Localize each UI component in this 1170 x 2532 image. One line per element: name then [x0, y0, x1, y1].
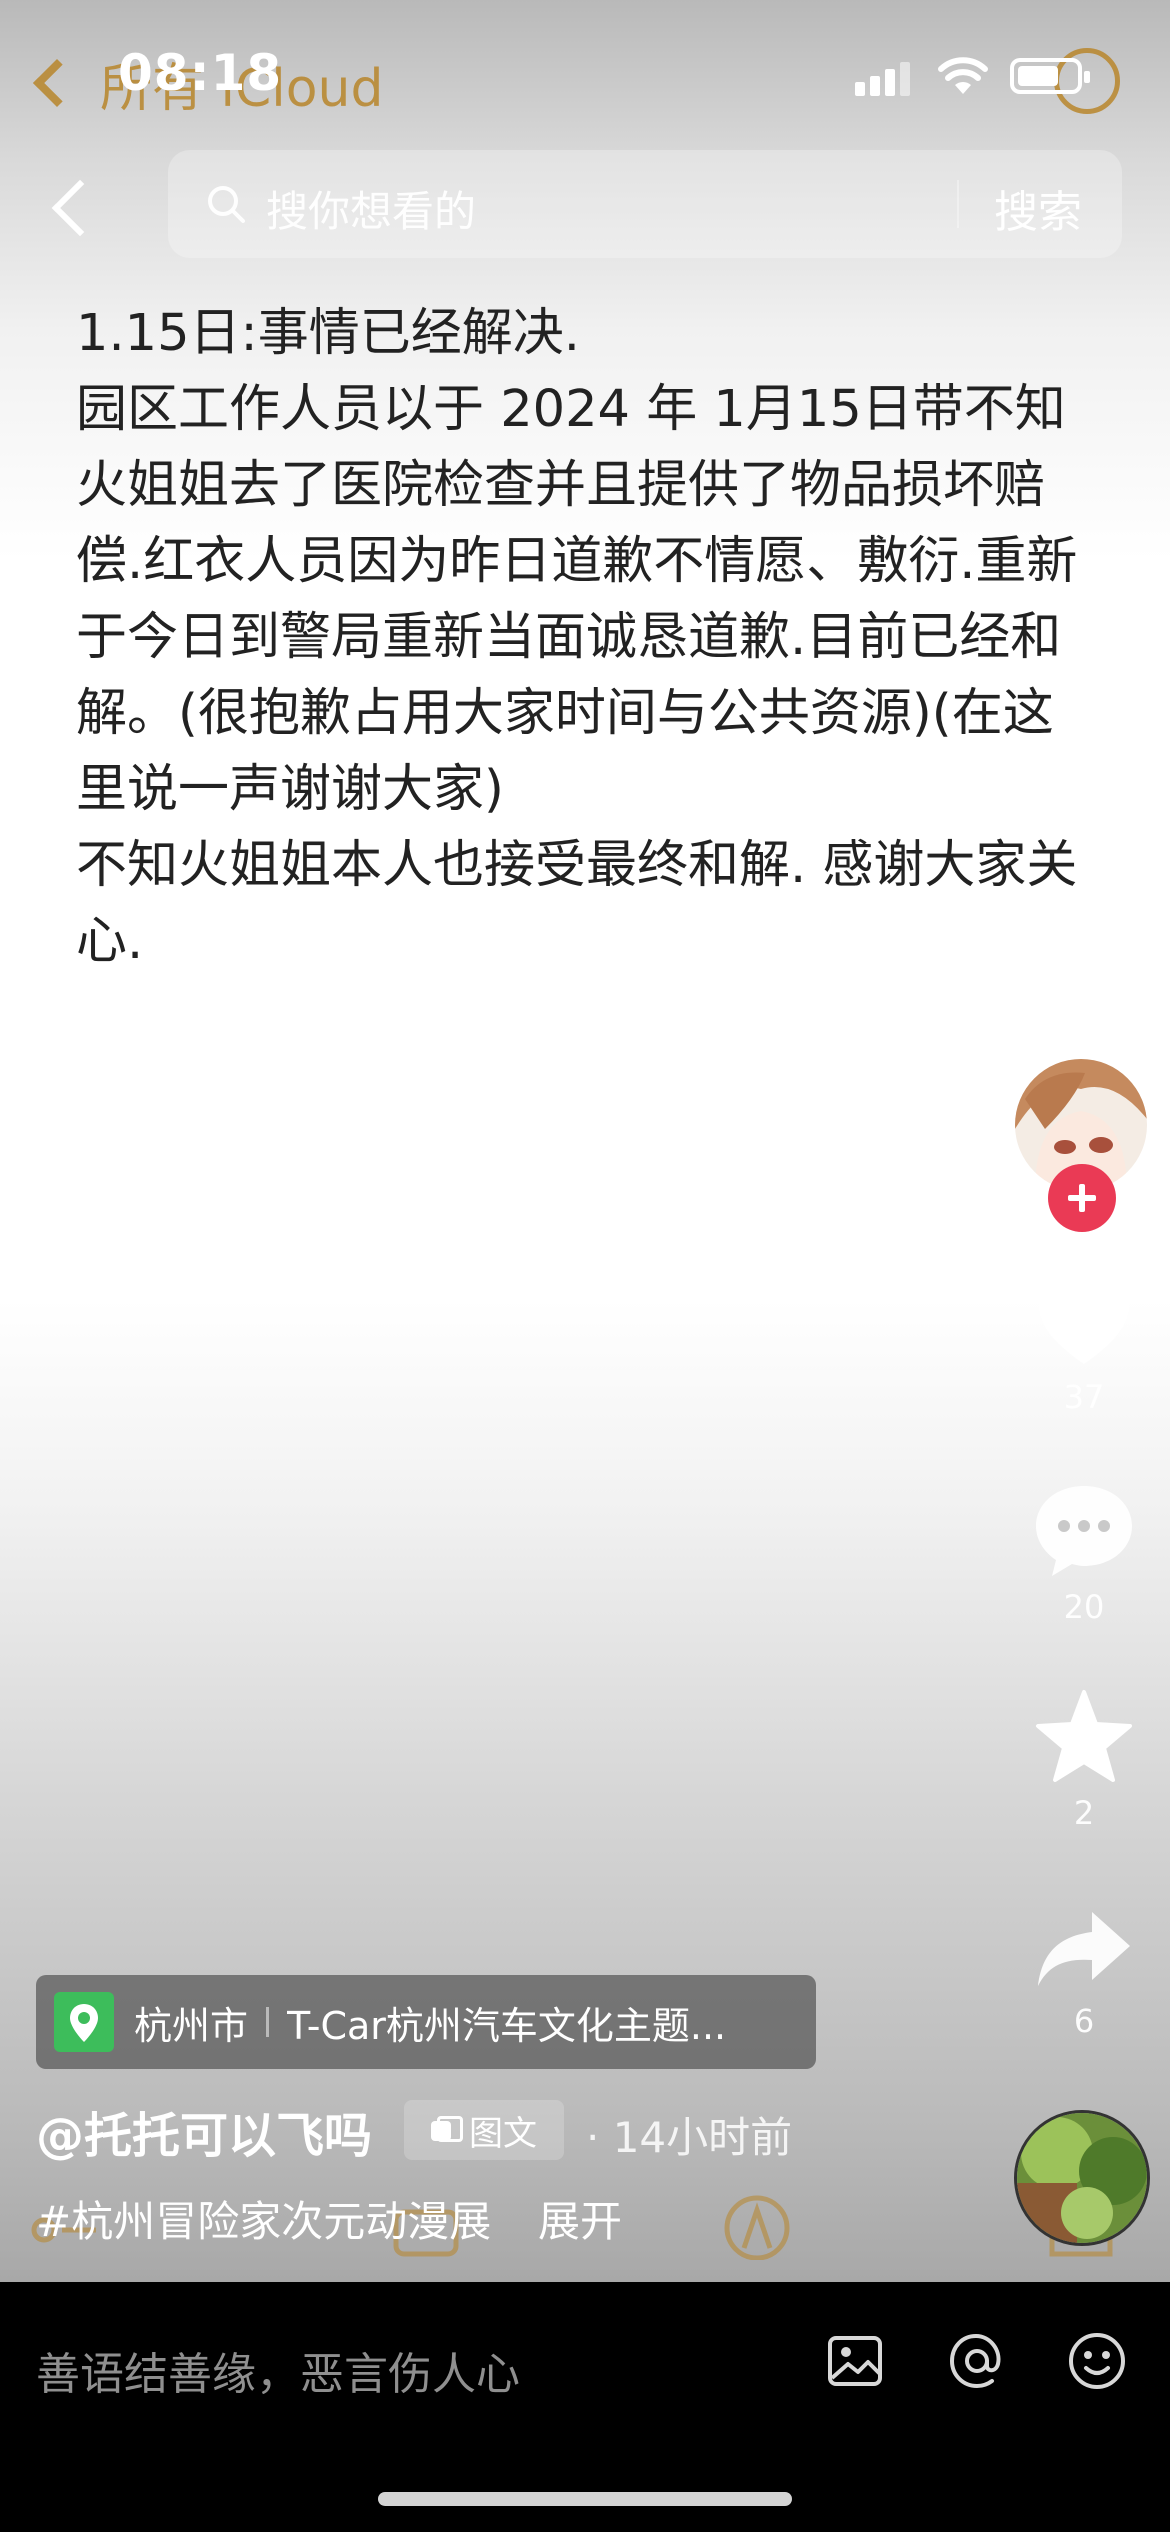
post-paragraph: 不知火姐姐本人也接受最终和解. 感谢大家关心.: [76, 836, 1078, 971]
comment-button[interactable]: 20: [1024, 1482, 1144, 1626]
cellular-signal-icon: [855, 60, 911, 96]
battery-icon: [1010, 58, 1090, 94]
comment-input[interactable]: 善语结善缘，恶言伤人心: [36, 2338, 520, 2402]
post-paragraph: 园区工作人员以于 2024 年 1月15日带不知火姐姐去了医院检查并且提供了物品…: [76, 380, 1078, 819]
location-pin-icon: [54, 1992, 114, 2052]
hashtag-link[interactable]: #杭州冒险家次元动漫展: [36, 2188, 491, 2249]
comment-bar: 善语结善缘，恶言伤人心: [0, 2282, 1170, 2532]
heart-icon: [1038, 1281, 1130, 1364]
search-input[interactable]: 搜你想看的: [266, 178, 476, 239]
post-screen: 所有 iCloud 08:18 搜你想看的 搜索 1.15日:事情已经解决. 园…: [0, 0, 1170, 2282]
post-text: 1.15日:事情已经解决. 园区工作人员以于 2024 年 1月15日带不知火姐…: [76, 296, 1086, 980]
share-count: 6: [1073, 2002, 1095, 2040]
mention-icon[interactable]: [946, 2330, 1008, 2392]
like-button[interactable]: 37: [1024, 1276, 1144, 1416]
comment-count: 20: [1063, 1588, 1105, 1626]
star-icon: [1036, 1690, 1132, 1782]
image-text-icon: [431, 2116, 463, 2144]
favorite-button[interactable]: 2: [1024, 1688, 1144, 1832]
favorite-count: 2: [1073, 1794, 1095, 1832]
follow-button[interactable]: [1048, 1164, 1116, 1232]
location-separator: [266, 2007, 270, 2037]
background-markup-icon: [724, 2195, 790, 2260]
post-paragraph: 1.15日:事情已经解决.: [76, 304, 580, 363]
home-indicator[interactable]: [378, 2492, 792, 2506]
post-type-badge: 图文: [404, 2100, 564, 2160]
image-picker-icon[interactable]: [824, 2330, 886, 2392]
like-count: 37: [1063, 1378, 1105, 1416]
status-time: 08:18: [118, 44, 283, 102]
emoji-icon[interactable]: [1066, 2330, 1128, 2392]
post-time: · 14小时前: [586, 2113, 793, 2162]
author-handle[interactable]: @托托可以飞吗: [36, 2096, 372, 2166]
wifi-icon: [938, 57, 988, 94]
back-button[interactable]: [40, 168, 100, 248]
music-disc-avatar[interactable]: [1014, 2110, 1150, 2246]
nature-thumbnail-image: [1017, 2113, 1147, 2243]
search-bar[interactable]: 搜你想看的 搜索: [168, 150, 1122, 258]
location-venue: T-Car杭州汽车文化主题...: [287, 2003, 727, 2048]
expand-button[interactable]: 展开: [538, 2188, 622, 2249]
chevron-left-icon: [32, 58, 82, 108]
location-tag[interactable]: 杭州市 T-Car杭州汽车文化主题...: [36, 1975, 816, 2069]
share-button[interactable]: 6: [1024, 1906, 1144, 2040]
search-button[interactable]: 搜索: [994, 176, 1082, 240]
search-divider: [957, 180, 959, 228]
search-icon: [208, 186, 245, 223]
share-arrow-icon: [1038, 1912, 1130, 1986]
post-type-label: 图文: [469, 2113, 537, 2154]
location-city: 杭州市: [134, 2003, 249, 2048]
comment-bubble-icon: [1036, 1486, 1132, 1576]
